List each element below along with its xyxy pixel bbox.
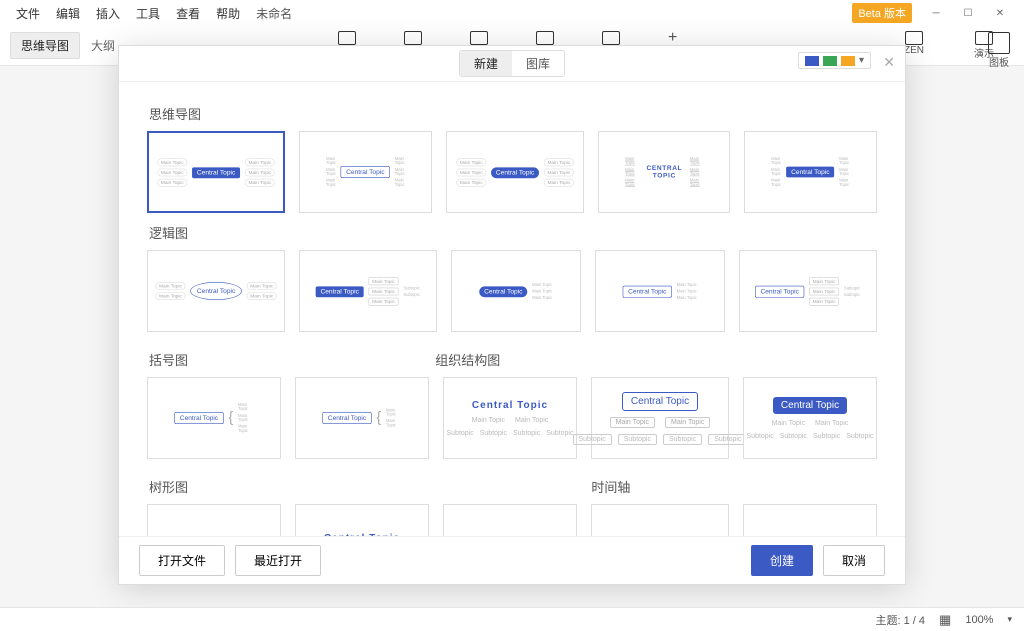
template-logic-3[interactable]: Central Topic Main TopicMain TopicMain T… [451, 250, 581, 332]
modal-body[interactable]: 思维导图 Main TopicMain TopicMain Topic Cent… [119, 82, 905, 536]
template-logic-1[interactable]: Main TopicMain Topic Central Topic Main … [147, 250, 285, 332]
section-org-title: 组织结构图 [435, 350, 877, 369]
section-mindmap-title: 思维导图 [149, 104, 877, 123]
template-org-3[interactable]: Central Topic Main TopicMain Topic Subto… [743, 377, 877, 459]
status-zoom[interactable]: 100% [965, 614, 993, 626]
section-logic-title: 逻辑图 [149, 223, 877, 242]
template-row-tree-timeline: Central Topic Central TopicMain Topic Ce… [147, 504, 877, 536]
theme-swatch-orange [841, 56, 855, 66]
modal-tab-new[interactable]: 新建 [460, 51, 512, 76]
template-brace-1[interactable]: Central Topic { Main TopicMain TopicMain… [147, 377, 281, 459]
template-org-2[interactable]: Central Topic Main TopicMain Topic Subto… [591, 377, 729, 459]
template-mindmap-1[interactable]: Main TopicMain TopicMain Topic Central T… [147, 131, 285, 213]
chevron-down-icon[interactable]: ▾ [1007, 614, 1012, 625]
template-brace-2[interactable]: Central Topic { Main TopicMain Topic [295, 377, 429, 459]
theme-picker[interactable]: ▾ [798, 52, 871, 69]
template-mindmap-3[interactable]: Main TopicMain TopicMain Topic Central T… [446, 131, 584, 213]
modal-footer: 打开文件 最近打开 创建 取消 [119, 536, 905, 584]
template-timeline-2[interactable]: Central [743, 504, 877, 536]
modal-tabs: 新建 图库 [459, 50, 565, 77]
template-tree-1[interactable]: Central Topic [147, 504, 281, 536]
section-brace-title: 括号图 [149, 350, 433, 369]
cancel-button[interactable]: 取消 [823, 545, 885, 576]
statusbar: 主题: 1 / 4 ▦ 100% ▾ [0, 607, 1024, 631]
template-mindmap-4[interactable]: Main TopicMain TopicMain Topic CENTRAL T… [598, 131, 731, 213]
template-logic-4[interactable]: Central Topic Main TopicMain TopicMain T… [595, 250, 725, 332]
recent-files-button[interactable]: 最近打开 [235, 545, 321, 576]
template-mindmap-2[interactable]: Main TopicMain TopicMain Topic Central T… [299, 131, 432, 213]
modal-tab-library[interactable]: 图库 [512, 51, 564, 76]
modal-overlay: 新建 图库 ▾ ✕ 思维导图 Main TopicMain TopicMain … [0, 0, 1024, 631]
chevron-down-icon: ▾ [859, 55, 864, 66]
template-tree-3[interactable]: Central Topic [443, 504, 577, 536]
template-logic-5[interactable]: Central Topic Main TopicMain TopicMain T… [739, 250, 877, 332]
template-row-brace-org: Central Topic { Main TopicMain TopicMain… [147, 377, 877, 459]
modal-header: 新建 图库 ▾ ✕ [119, 46, 905, 82]
template-org-1[interactable]: Central Topic Main TopicMain Topic Subto… [443, 377, 577, 459]
section-timeline-title: 时间轴 [591, 477, 877, 496]
section-tree-title: 树形图 [149, 477, 589, 496]
template-logic-2[interactable]: Central Topic Main TopicMain TopicMain T… [299, 250, 437, 332]
template-mindmap-5[interactable]: Main TopicMain TopicMain Topic Central T… [744, 131, 877, 213]
new-template-modal: 新建 图库 ▾ ✕ 思维导图 Main TopicMain TopicMain … [118, 45, 906, 585]
create-button[interactable]: 创建 [751, 545, 813, 576]
template-row-mindmap: Main TopicMain TopicMain Topic Central T… [147, 131, 877, 213]
open-file-button[interactable]: 打开文件 [139, 545, 225, 576]
theme-swatch-blue [805, 56, 819, 66]
map-icon[interactable]: ▦ [939, 612, 951, 628]
template-row-logic: Main TopicMain Topic Central Topic Main … [147, 250, 877, 332]
modal-close-button[interactable]: ✕ [883, 54, 895, 71]
theme-swatch-green [823, 56, 837, 66]
template-timeline-1[interactable]: Central TopicMain TopicMain Topic [591, 504, 729, 536]
template-tree-2[interactable]: Central TopicMain Topic [295, 504, 429, 536]
status-topics: 主题: 1 / 4 [876, 612, 926, 628]
